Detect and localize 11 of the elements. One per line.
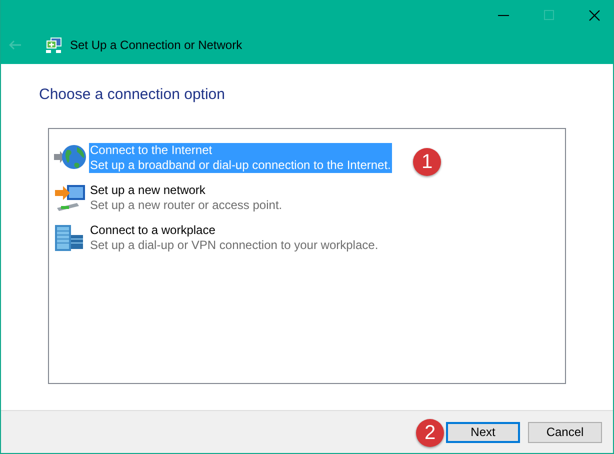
- router-computer-icon: [53, 183, 87, 213]
- minimize-icon[interactable]: [498, 14, 509, 16]
- callout-badge: 1: [413, 148, 441, 176]
- network-computer-icon: [46, 37, 62, 53]
- window-title: Set Up a Connection or Network: [70, 38, 242, 52]
- cancel-button[interactable]: Cancel: [528, 422, 602, 442]
- close-icon[interactable]: [589, 10, 600, 20]
- option-item[interactable]: Connect to a workplace Set up a dial-up or VPN connection to your workplace.: [89, 223, 380, 253]
- next-button[interactable]: Next: [446, 422, 520, 442]
- page-heading: Choose a connection option: [39, 86, 226, 105]
- option-item[interactable]: Set up a new network Set up a new router or access point.: [89, 183, 284, 213]
